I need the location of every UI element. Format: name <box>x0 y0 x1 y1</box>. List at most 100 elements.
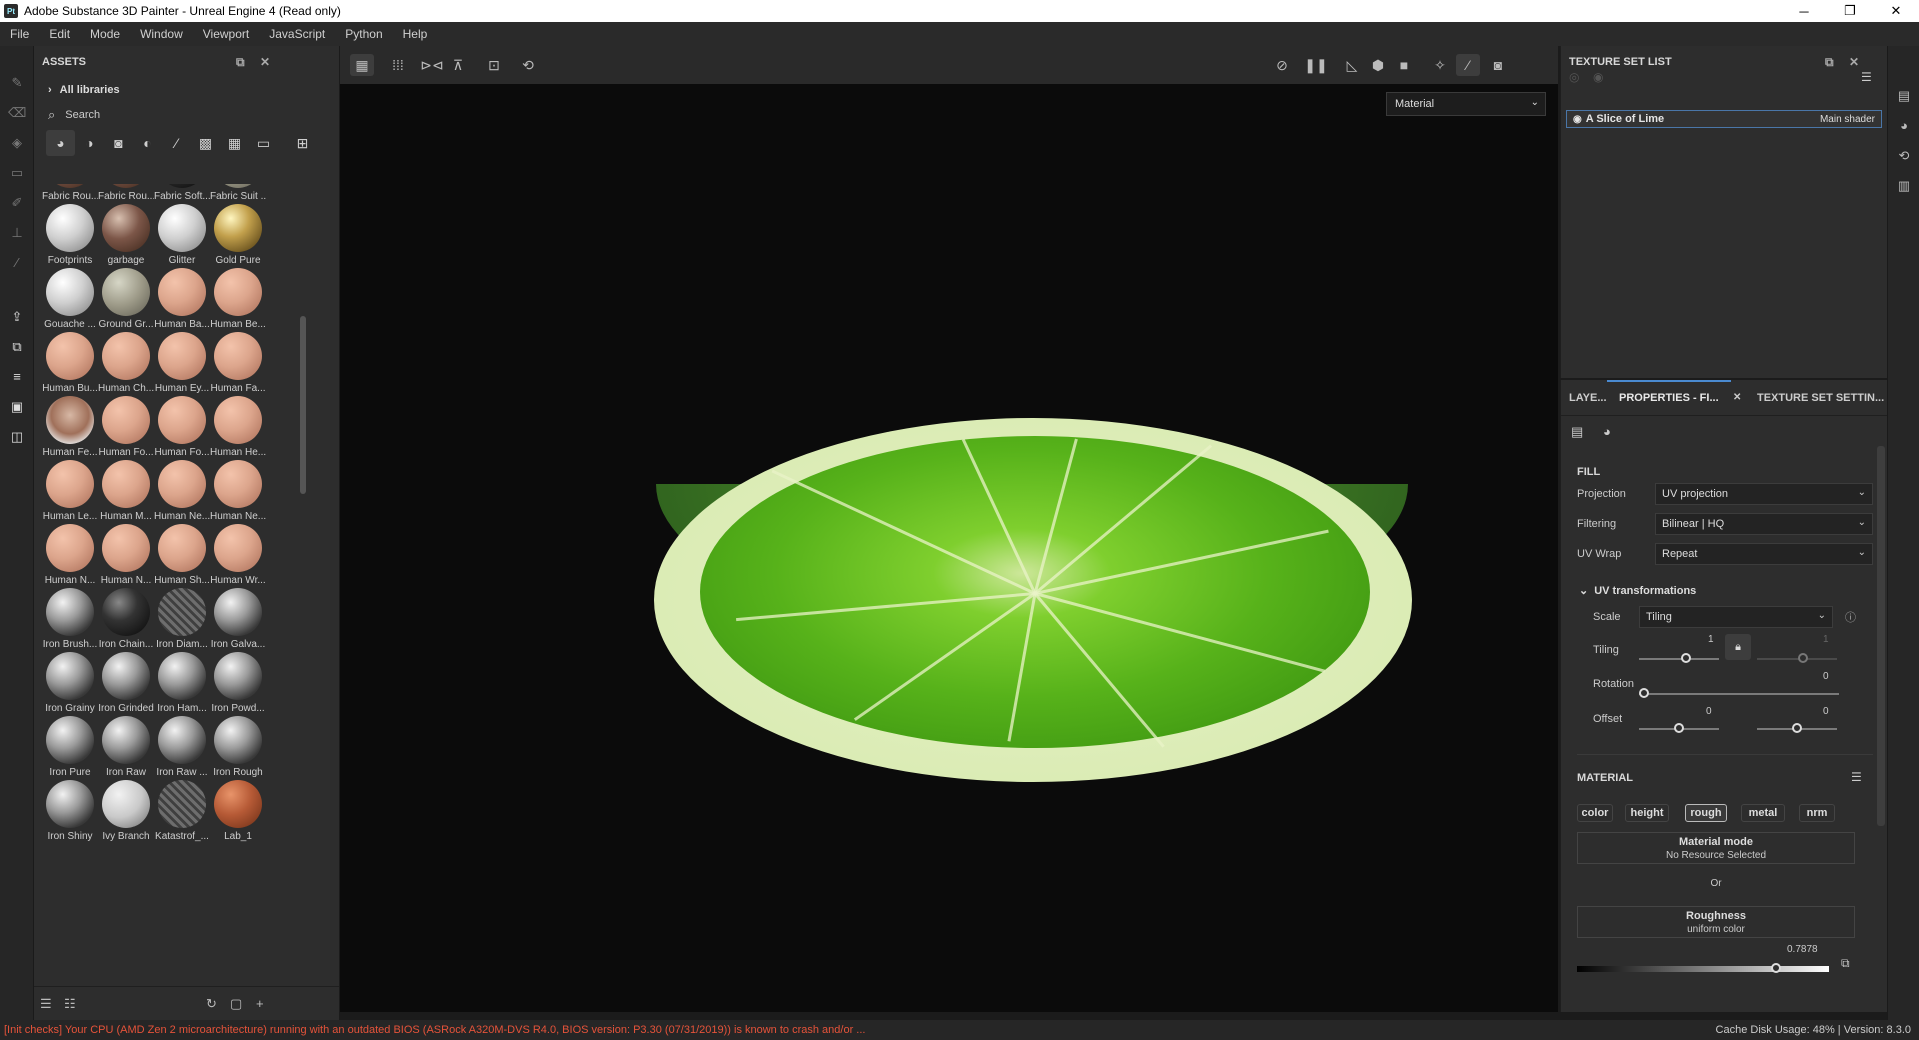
channel-rough-button[interactable]: rough <box>1685 804 1727 822</box>
smart-materials-filter-icon[interactable]: ◑ <box>75 130 104 156</box>
minimize-button[interactable]: ─ <box>1781 0 1827 22</box>
add-icon[interactable]: + <box>256 996 264 1011</box>
close-panel-icon[interactable]: ✕ <box>1849 55 1859 69</box>
close-panel-icon[interactable]: ✕ <box>260 55 270 69</box>
paint-brush-icon[interactable]: ✎ <box>8 74 26 92</box>
bake-icon[interactable]: ⧉ <box>8 338 26 356</box>
filtering-dropdown[interactable]: Bilinear | HQ ⌄ <box>1655 513 1873 535</box>
shelf-icon[interactable]: ≡ <box>8 368 26 386</box>
channel-metal-button[interactable]: metal <box>1741 804 1785 822</box>
init-check-warning[interactable]: [Init checks] Your CPU (AMD Zen 2 microa… <box>0 1024 865 1036</box>
assets-search[interactable]: ⌕ Search <box>34 102 339 128</box>
log-icon[interactable]: ▥ <box>1895 178 1913 196</box>
uv-transformations-header[interactable]: ⌄ UV transformations <box>1579 584 1696 597</box>
projection-dropdown[interactable]: UV projection ⌄ <box>1655 483 1873 505</box>
symmetry-icon[interactable]: ⊳⊲ <box>420 54 444 76</box>
3d-viewport[interactable]: Material ⌄ <box>340 84 1558 1012</box>
asset-item[interactable]: Ivy Branch <box>98 780 154 858</box>
camera-icon[interactable]: ■ <box>1392 54 1416 76</box>
offset-x-knob[interactable] <box>1674 723 1684 733</box>
layers-stack-icon[interactable]: ◫ <box>8 428 26 446</box>
scale-dropdown[interactable]: Tiling ⌄ <box>1639 606 1833 628</box>
export-icon[interactable]: ⇪ <box>8 308 26 326</box>
menu-javascript[interactable]: JavaScript <box>259 27 335 41</box>
channel-height-button[interactable]: height <box>1625 804 1669 822</box>
menu-file[interactable]: File <box>0 27 39 41</box>
tab-texture-set-settings[interactable]: TEXTURE SET SETTIN... <box>1757 392 1884 404</box>
shader-name[interactable]: Main shader <box>1820 114 1875 125</box>
material-view-select[interactable]: Material ⌄ <box>1386 92 1546 116</box>
hide-icon[interactable]: ⊘ <box>1270 54 1294 76</box>
uv-wrap-dropdown[interactable]: Repeat ⌄ <box>1655 543 1873 565</box>
smudge-icon[interactable]: ✐ <box>8 194 26 212</box>
clone-stamp-icon[interactable]: ⊥ <box>8 224 26 242</box>
menu-help[interactable]: Help <box>393 27 438 41</box>
roughness-slider[interactable] <box>1577 963 1829 973</box>
channel-nrm-button[interactable]: nrm <box>1799 804 1835 822</box>
uv-view-icon[interactable]: ▦ <box>350 54 374 76</box>
asset-item[interactable]: Iron Shiny <box>42 780 98 858</box>
menu-mode[interactable]: Mode <box>80 27 130 41</box>
screenshot-icon[interactable]: ◙ <box>1486 54 1510 76</box>
roughness-slider-knob[interactable] <box>1770 963 1781 973</box>
tiling-slider[interactable] <box>1639 658 1719 660</box>
refresh-icon[interactable]: ↻ <box>206 996 217 1012</box>
menu-window[interactable]: Window <box>130 27 193 41</box>
channel-color-button[interactable]: color <box>1577 804 1613 822</box>
brushes-filter-icon[interactable]: ⁄ <box>162 130 191 156</box>
align-icon[interactable]: ⊼ <box>446 54 470 76</box>
rotation-slider[interactable] <box>1639 693 1839 695</box>
history-panel-icon[interactable]: ⟲ <box>1895 148 1913 166</box>
lock-icon[interactable]: 🔒︎ <box>1725 634 1751 660</box>
folder-icon[interactable]: ▢ <box>230 996 242 1012</box>
close-window-button[interactable]: ✕ <box>1873 0 1919 22</box>
masks-filter-icon[interactable]: ◙ <box>104 130 133 156</box>
display-settings-icon[interactable]: ▣ <box>8 398 26 416</box>
float-panel-icon[interactable]: ⧉ <box>1825 55 1834 70</box>
randomize-icon[interactable]: ⧉ <box>1841 956 1850 971</box>
tab-properties[interactable]: PROPERTIES - FI... <box>1619 392 1719 404</box>
geometry-mask-icon[interactable]: ▭ <box>8 164 26 182</box>
grid-layout-icon[interactable]: ⁞⁞⁞ <box>386 54 410 76</box>
tiling-slider-knob[interactable] <box>1681 653 1691 663</box>
fit-view-icon[interactable]: ⊡ <box>482 54 506 76</box>
grunges-filter-icon[interactable]: ▦ <box>220 130 249 156</box>
material-mode-slot[interactable]: Material mode No Resource Selected <box>1577 832 1855 864</box>
roughness-slot[interactable]: Roughness uniform color <box>1577 906 1855 938</box>
rotation-slider-knob[interactable] <box>1639 688 1649 698</box>
info-icon[interactable]: ⓘ <box>1845 609 1856 625</box>
textures-filter-icon[interactable]: ▩ <box>191 130 220 156</box>
offset-y-knob[interactable] <box>1792 723 1802 733</box>
close-tab-icon[interactable]: ✕ <box>1733 392 1741 403</box>
all-libraries-row[interactable]: › All libraries <box>34 78 339 102</box>
2d-view-icon[interactable]: ◺ <box>1340 54 1364 76</box>
assets-scrollbar[interactable] <box>300 316 306 494</box>
grid-view-icon[interactable]: ⊞ <box>288 130 317 156</box>
history-icon[interactable]: ⟲ <box>516 54 540 76</box>
projection-icon[interactable]: ◈ <box>8 134 26 152</box>
paint-mode-icon[interactable]: ⁄ <box>1456 54 1480 76</box>
eye-icon[interactable]: ◉ <box>1573 114 1582 125</box>
visibility-off-icon[interactable]: ◎ <box>1569 70 1579 84</box>
search-input[interactable]: Search <box>65 109 100 121</box>
menu-icon[interactable]: ☰ <box>1861 70 1872 84</box>
maximize-button[interactable]: ❐ <box>1827 0 1873 22</box>
details-view-icon[interactable]: ☷ <box>64 996 76 1012</box>
float-panel-icon[interactable]: ⧉ <box>236 55 245 70</box>
3d-view-icon[interactable]: ⬢ <box>1366 54 1390 76</box>
lighting-icon[interactable]: ✧ <box>1428 54 1452 76</box>
material-sphere-icon[interactable]: ◕ <box>1603 424 1611 439</box>
environments-filter-icon[interactable]: ▭ <box>249 130 278 156</box>
materials-filter-icon[interactable]: ◕ <box>46 130 75 156</box>
menu-edit[interactable]: Edit <box>39 27 80 41</box>
asset-item[interactable]: Katastrof_... <box>154 780 210 858</box>
procedurals-filter-icon[interactable]: ◐ <box>133 130 162 156</box>
menu-python[interactable]: Python <box>335 27 392 41</box>
shader-settings-icon[interactable]: ◕ <box>1895 118 1913 136</box>
texture-set-list-icon[interactable]: ▤ <box>1895 88 1913 106</box>
pause-icon[interactable]: ❚❚ <box>1304 54 1328 76</box>
menu-viewport[interactable]: Viewport <box>193 27 259 41</box>
visibility-icon[interactable]: ◉ <box>1593 70 1603 84</box>
color-picker-icon[interactable]: ⁄ <box>8 254 26 272</box>
fill-settings-icon[interactable]: ▤ <box>1571 424 1583 440</box>
